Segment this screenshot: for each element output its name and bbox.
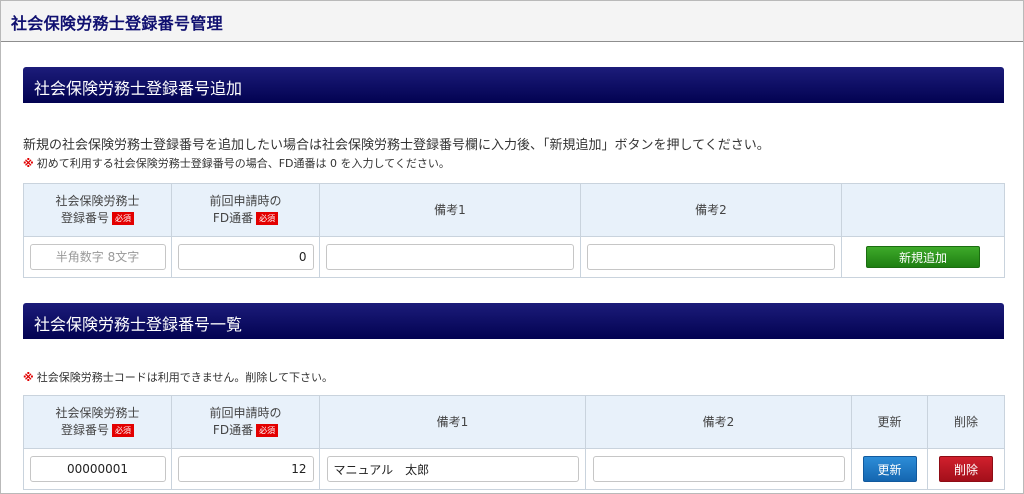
add-section-title: 社会保険労務士登録番号追加 bbox=[34, 79, 243, 98]
add-note-text: 初めて利用する社会保険労務士登録番号の場合、FD通番は 0 を入力してください。 bbox=[36, 157, 450, 170]
cell-update: 更新 bbox=[851, 448, 928, 490]
add-button[interactable]: 新規追加 bbox=[866, 246, 980, 268]
add-note: ※ 初めて利用する社会保険労務士登録番号の場合、FD通番は 0 を入力してください… bbox=[23, 155, 450, 171]
header-remark2: 備考2 bbox=[585, 395, 852, 449]
header-fd-line1: 前回申請時の bbox=[209, 406, 282, 420]
required-badge: 必須 bbox=[256, 424, 279, 437]
header-fd-line2: FD通番 bbox=[212, 423, 254, 437]
cell-remark2 bbox=[585, 448, 852, 490]
list-section-title: 社会保険労務士登録番号一覧 bbox=[34, 315, 243, 334]
header-remark2: 備考2 bbox=[580, 183, 842, 237]
header-reg-no-line1: 社会保険労務士 bbox=[55, 406, 140, 420]
add-table: 社会保険労務士 登録番号 必須 前回申請時の FD通番 必須 備考1 備考2 半… bbox=[23, 183, 1005, 278]
header-remark1: 備考1 bbox=[319, 183, 581, 237]
header-remark1: 備考1 bbox=[319, 395, 586, 449]
note-mark: ※ bbox=[23, 157, 34, 170]
required-badge: 必須 bbox=[112, 212, 134, 225]
header-delete: 削除 bbox=[927, 395, 1005, 449]
header-reg-no: 社会保険労務士 登録番号 必須 bbox=[23, 395, 172, 449]
header-reg-no: 社会保険労務士 登録番号 必須 bbox=[23, 183, 172, 237]
delete-button[interactable]: 削除 bbox=[939, 456, 993, 482]
list-table: 社会保険労務士 登録番号 必須 前回申請時の FD通番 必須 備考1 備考2 更新 … bbox=[23, 395, 1005, 490]
header-reg-no-line2: 登録番号 bbox=[60, 211, 109, 225]
header-update: 更新 bbox=[851, 395, 928, 449]
cell-fd bbox=[171, 236, 320, 278]
cell-reg-no bbox=[23, 236, 172, 278]
page-title: 社会保険労務士登録番号管理 bbox=[11, 14, 223, 33]
row-fd-input[interactable] bbox=[177, 456, 314, 482]
header-action bbox=[841, 183, 1005, 237]
row-remark2-input[interactable] bbox=[592, 456, 845, 482]
header-fd: 前回申請時の FD通番 必須 bbox=[171, 183, 320, 237]
required-badge: 必須 bbox=[112, 424, 134, 437]
remark1-input[interactable] bbox=[326, 244, 574, 270]
cell-remark1 bbox=[319, 236, 581, 278]
cell-add-button: 新規追加 bbox=[841, 236, 1005, 278]
required-badge: 必須 bbox=[256, 212, 279, 225]
row-remark1-input[interactable] bbox=[326, 456, 579, 482]
header-fd-line1: 前回申請時の bbox=[209, 194, 282, 208]
list-note: ※ 社会保険労務士コードは利用できません。削除して下さい。 bbox=[23, 369, 333, 385]
add-description: 新規の社会保険労務士登録番号を追加したい場合は社会保険労務士登録番号欄に入力後、… bbox=[23, 138, 770, 153]
cell-fd bbox=[171, 448, 320, 490]
header-reg-no-line1: 社会保険労務士 bbox=[55, 194, 140, 208]
page-header: 社会保険労務士登録番号管理 bbox=[1, 1, 1023, 42]
cell-delete: 削除 bbox=[927, 448, 1005, 490]
list-table-header-row: 社会保険労務士 登録番号 必須 前回申請時の FD通番 必須 備考1 備考2 更新 … bbox=[23, 395, 1005, 449]
add-input-row: 新規追加 bbox=[23, 236, 1005, 278]
remark2-input[interactable] bbox=[587, 244, 835, 270]
add-table-header-row: 社会保険労務士 登録番号 必須 前回申請時の FD通番 必須 備考1 備考2 bbox=[23, 183, 1005, 237]
row-reg-no-input[interactable] bbox=[29, 456, 166, 482]
fd-input[interactable] bbox=[177, 244, 314, 270]
cell-remark1 bbox=[319, 448, 586, 490]
header-fd-line2: FD通番 bbox=[212, 211, 254, 225]
update-button[interactable]: 更新 bbox=[862, 456, 917, 482]
header-reg-no-line2: 登録番号 bbox=[60, 423, 109, 437]
reg-no-input[interactable] bbox=[29, 244, 166, 270]
cell-remark2 bbox=[580, 236, 842, 278]
table-row: 更新 削除 bbox=[23, 448, 1005, 490]
list-section-header: 社会保険労務士登録番号一覧 bbox=[23, 303, 1004, 339]
header-fd: 前回申請時の FD通番 必須 bbox=[171, 395, 320, 449]
app-window: 社会保険労務士登録番号管理 社会保険労務士登録番号追加 新規の社会保険労務士登録… bbox=[0, 0, 1024, 494]
add-section-header: 社会保険労務士登録番号追加 bbox=[23, 67, 1004, 103]
cell-reg-no bbox=[23, 448, 172, 490]
list-note-text: 社会保険労務士コードは利用できません。削除して下さい。 bbox=[36, 371, 334, 384]
note-mark: ※ bbox=[23, 371, 34, 384]
